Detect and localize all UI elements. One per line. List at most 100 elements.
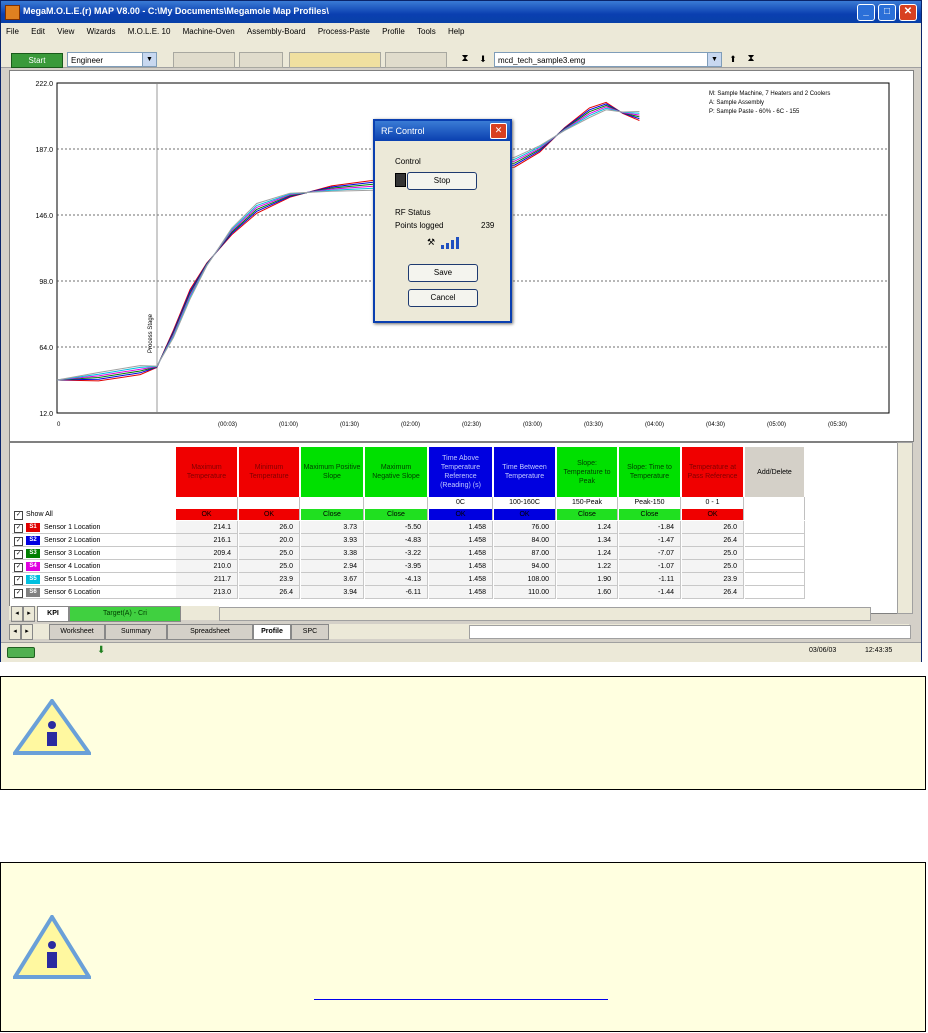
table-cell[interactable]: -1.47	[619, 534, 681, 547]
column-header-9[interactable]: Add/Delete	[745, 447, 805, 497]
table-cell[interactable]: 76.00	[494, 521, 556, 534]
table-cell[interactable]: -4.13	[365, 573, 428, 586]
table-cell[interactable]: 216.1	[176, 534, 238, 547]
menu-process-paste[interactable]: Process-Paste	[313, 23, 375, 36]
show-all-row[interactable]: ✓ Show All	[12, 510, 172, 520]
view-tools-group[interactable]	[385, 52, 447, 68]
table-cell[interactable]: -3.22	[365, 547, 428, 560]
row-checkbox[interactable]: ✓	[14, 537, 23, 546]
sort-icon[interactable]: ⧗	[459, 53, 471, 65]
table-cell[interactable]: 94.00	[494, 560, 556, 573]
table-cell[interactable]: 23.9	[682, 573, 744, 586]
column-header-4[interactable]: Time Above Temperature Reference (Readin…	[429, 447, 493, 497]
table-cell[interactable]: 1.22	[557, 560, 618, 573]
menu-view[interactable]: View	[52, 23, 79, 36]
row-checkbox[interactable]: ✓	[14, 524, 23, 533]
edit-tools-group[interactable]	[289, 52, 381, 68]
table-cell[interactable]: 3.38	[301, 547, 364, 560]
table-cell[interactable]: 87.00	[494, 547, 556, 560]
start-button[interactable]: Start	[11, 53, 63, 68]
table-cell[interactable]: 26.0	[239, 521, 300, 534]
table-cell[interactable]: 25.0	[682, 547, 744, 560]
scroll-left-icon[interactable]: ◂	[11, 606, 23, 622]
row-checkbox[interactable]: ✓	[14, 563, 23, 572]
table-cell[interactable]: 1.458	[429, 521, 493, 534]
tab-summary[interactable]: Summary	[105, 624, 167, 640]
menu-mole[interactable]: M.O.L.E. 10	[123, 23, 176, 36]
scroll-right-icon[interactable]: ▸	[23, 606, 35, 622]
table-cell[interactable]: 3.94	[301, 586, 364, 599]
table-cell[interactable]: -3.95	[365, 560, 428, 573]
file-tools-group[interactable]	[173, 52, 235, 68]
menu-wizards[interactable]: Wizards	[82, 23, 121, 36]
menu-tools[interactable]: Tools	[412, 23, 441, 36]
table-cell[interactable]: 2.94	[301, 560, 364, 573]
table-row[interactable]: ✓ S4 Sensor 4 Location	[12, 560, 176, 573]
row-checkbox[interactable]: ✓	[14, 589, 23, 598]
table-cell[interactable]: 110.00	[494, 586, 556, 599]
grid-horizontal-scrollbar[interactable]	[219, 607, 871, 621]
menu-assembly-board[interactable]: Assembly-Board	[242, 23, 311, 36]
table-cell[interactable]: 210.0	[176, 560, 238, 573]
table-cell[interactable]: 1.458	[429, 547, 493, 560]
tab-scroll-right-icon[interactable]: ▸	[21, 624, 33, 640]
table-cell[interactable]: 25.0	[682, 560, 744, 573]
table-cell[interactable]: 108.00	[494, 573, 556, 586]
tab-profile[interactable]: Profile	[253, 624, 291, 640]
show-all-checkbox[interactable]: ✓	[14, 511, 23, 520]
table-cell[interactable]: -6.11	[365, 586, 428, 599]
menu-help[interactable]: Help	[443, 23, 469, 36]
table-cell[interactable]: 25.0	[239, 547, 300, 560]
table-cell[interactable]: -5.50	[365, 521, 428, 534]
table-cell[interactable]: 1.458	[429, 573, 493, 586]
table-cell[interactable]: 25.0	[239, 560, 300, 573]
sort-icon-2[interactable]: ⧗	[745, 53, 757, 65]
tab-spc[interactable]: SPC	[291, 624, 329, 640]
table-cell[interactable]: -1.11	[619, 573, 681, 586]
menu-file[interactable]: File	[1, 23, 24, 36]
table-cell[interactable]: 26.4	[682, 534, 744, 547]
table-cell[interactable]: 1.24	[557, 521, 618, 534]
table-cell[interactable]: 1.458	[429, 586, 493, 599]
column-header-8[interactable]: Temperature at Pass Reference	[682, 447, 744, 497]
table-row[interactable]: ✓ S3 Sensor 3 Location	[12, 547, 176, 560]
minimize-button[interactable]: _	[857, 4, 875, 21]
table-cell[interactable]: 26.0	[682, 521, 744, 534]
table-row[interactable]: ✓ S6 Sensor 6 Location	[12, 586, 176, 599]
tab-target[interactable]: Target(A) - Cri	[69, 606, 181, 622]
table-cell[interactable]: 1.458	[429, 560, 493, 573]
column-header-2[interactable]: Maximum Positive Slope	[301, 447, 364, 497]
table-cell[interactable]: 3.67	[301, 573, 364, 586]
table-cell[interactable]: -1.84	[619, 521, 681, 534]
menu-profile[interactable]: Profile	[377, 23, 410, 36]
down-arrow-icon[interactable]: ⬇	[477, 53, 489, 65]
table-cell[interactable]: -7.07	[619, 547, 681, 560]
tab-scroll-left-icon[interactable]: ◂	[9, 624, 21, 640]
up-arrow-icon[interactable]: ⬆	[727, 53, 739, 65]
menu-edit[interactable]: Edit	[26, 23, 50, 36]
table-cell[interactable]: 26.4	[682, 586, 744, 599]
column-header-1[interactable]: Minimum Temperature	[239, 447, 300, 497]
table-cell[interactable]: 211.7	[176, 573, 238, 586]
tab-worksheet[interactable]: Worksheet	[49, 624, 105, 640]
save-button[interactable]: Save	[408, 264, 478, 282]
table-cell[interactable]: 209.4	[176, 547, 238, 560]
row-checkbox[interactable]: ✓	[14, 576, 23, 585]
tab-horizontal-scrollbar[interactable]	[469, 625, 911, 639]
table-cell[interactable]: -4.83	[365, 534, 428, 547]
column-header-5[interactable]: Time Between Temperature	[494, 447, 556, 497]
table-row[interactable]: ✓ S5 Sensor 5 Location	[12, 573, 176, 586]
table-row[interactable]: ✓ S1 Sensor 1 Location	[12, 521, 176, 534]
file-combo[interactable]: mcd_tech_sample3.emg ▼	[494, 52, 722, 67]
note-2-link[interactable]	[314, 999, 608, 1000]
table-cell[interactable]: -1.44	[619, 586, 681, 599]
table-cell[interactable]: 3.73	[301, 521, 364, 534]
table-cell[interactable]: 214.1	[176, 521, 238, 534]
maximize-button[interactable]: □	[878, 4, 896, 21]
table-cell[interactable]: 1.458	[429, 534, 493, 547]
rf-dialog-close-button[interactable]: ✕	[490, 123, 507, 139]
column-header-3[interactable]: Maximum Negative Slope	[365, 447, 428, 497]
table-cell[interactable]: 1.60	[557, 586, 618, 599]
table-cell[interactable]: 213.0	[176, 586, 238, 599]
row-checkbox[interactable]: ✓	[14, 550, 23, 559]
